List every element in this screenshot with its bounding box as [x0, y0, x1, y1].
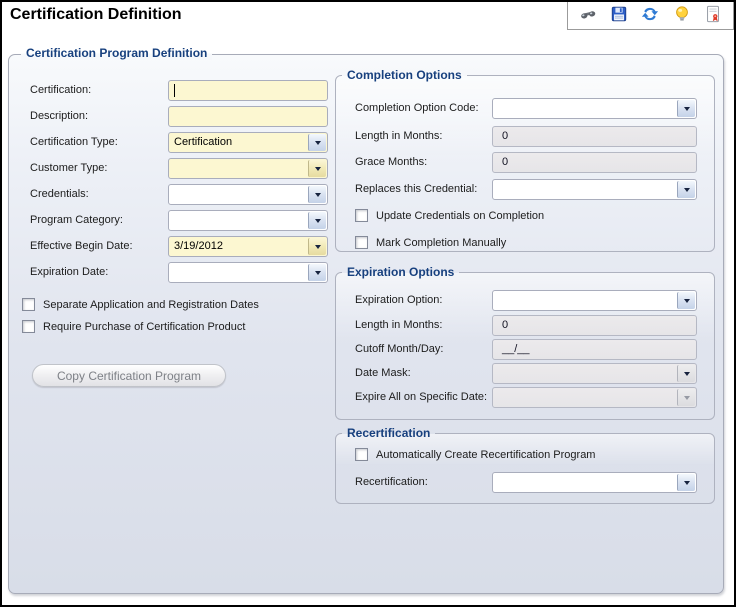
chevron-down-icon[interactable] [308, 264, 326, 281]
expire-all-date-label: Expire All on Specific Date: [355, 391, 488, 403]
description-input[interactable] [168, 106, 328, 127]
credentials-select[interactable] [168, 184, 328, 205]
save-button[interactable] [607, 5, 631, 27]
expire-all-date-select [492, 387, 697, 408]
expire-all-date-value [493, 388, 676, 407]
mark-completion-manually-checkbox-label: Mark Completion Manually [376, 236, 507, 249]
customer-type-select[interactable] [168, 158, 328, 179]
expiration-date-select[interactable] [168, 262, 328, 283]
date-mask-select[interactable] [492, 363, 697, 384]
expiration-option-value [493, 291, 676, 310]
customer-type-value [169, 159, 307, 178]
completion-option-code-select[interactable] [492, 98, 697, 119]
separate-dates-checkbox[interactable] [22, 298, 35, 311]
expiration-options-legend: Expiration Options [347, 265, 455, 279]
page-title: Certification Definition [10, 6, 182, 23]
completion-length-field: 0 [492, 126, 697, 147]
cutoff-month-day-value: __/__ [502, 343, 530, 355]
date-mask-label: Date Mask: [355, 367, 411, 379]
toolbar [567, 2, 734, 30]
chevron-down-icon[interactable] [308, 186, 326, 203]
mark-completion-manually-checkbox[interactable] [355, 236, 368, 249]
credentials-value [169, 185, 307, 204]
require-purchase-checkbox-label: Require Purchase of Certification Produc… [43, 320, 246, 333]
replaces-credential-select[interactable] [492, 179, 697, 200]
certification-definition-window: Certification Definition Certification P… [0, 0, 736, 607]
completion-length-value: 0 [502, 130, 509, 142]
program-category-select[interactable] [168, 210, 328, 231]
chevron-down-icon[interactable] [677, 181, 695, 198]
recertification-value [493, 473, 676, 492]
certification-program-definition-panel: Certification Program Definition Complet… [8, 46, 724, 594]
chevron-down-icon[interactable] [677, 100, 695, 117]
auto-create-recertification-checkbox-label: Automatically Create Recertification Pro… [376, 448, 596, 461]
expiration-length-field: 0 [492, 315, 697, 336]
expiration-date-label: Expiration Date: [30, 266, 109, 278]
replaces-credential-label: Replaces this Credential: [355, 183, 478, 195]
expiration-length-label: Length in Months: [355, 319, 443, 331]
report-button[interactable] [701, 5, 725, 27]
customer-type-label: Customer Type: [30, 162, 108, 174]
require-purchase-checkbox[interactable] [22, 320, 35, 333]
certification-type-label: Certification Type: [30, 136, 118, 148]
chevron-down-icon[interactable] [308, 134, 326, 151]
certification-label: Certification: [30, 84, 92, 96]
replaces-credential-value [493, 180, 676, 199]
completion-length-label: Length in Months: [355, 130, 443, 142]
help-button[interactable] [670, 5, 694, 27]
description-label: Description: [30, 110, 89, 122]
panel-legend: Certification Program Definition [21, 46, 213, 60]
update-credentials-checkbox-label: Update Credentials on Completion [376, 209, 545, 222]
save-floppy-icon [610, 5, 628, 26]
refresh-button[interactable] [638, 5, 662, 27]
program-category-label: Program Category: [30, 214, 123, 226]
chevron-down-icon[interactable] [677, 292, 695, 309]
recertification-select[interactable] [492, 472, 697, 493]
expiration-date-value [169, 263, 307, 282]
recertification-legend: Recertification [347, 426, 431, 440]
expiration-length-value: 0 [502, 319, 509, 331]
effective-begin-date-label: Effective Begin Date: [30, 240, 133, 252]
effective-begin-date-select[interactable]: 3/19/2012 [168, 236, 328, 257]
certification-type-select[interactable]: Certification [168, 132, 328, 153]
chevron-down-icon[interactable] [677, 474, 695, 491]
chevron-down-icon [677, 389, 695, 406]
certification-type-value: Certification [174, 136, 233, 148]
date-mask-value [493, 364, 676, 383]
find-button[interactable] [576, 5, 600, 27]
text-caret [174, 84, 175, 97]
cutoff-month-day-field: __/__ [492, 339, 697, 360]
certification-input[interactable] [168, 80, 328, 101]
completion-options-legend: Completion Options [347, 68, 462, 82]
auto-create-recertification-checkbox[interactable] [355, 448, 368, 461]
chevron-down-icon[interactable] [677, 365, 695, 382]
binoculars-icon [579, 5, 597, 26]
credentials-label: Credentials: [30, 188, 89, 200]
cutoff-month-day-label: Cutoff Month/Day: [355, 343, 444, 355]
update-credentials-checkbox[interactable] [355, 209, 368, 222]
refresh-icon [641, 5, 659, 26]
completion-option-code-label: Completion Option Code: [355, 102, 479, 114]
completion-option-code-value [493, 99, 676, 118]
chevron-down-icon[interactable] [308, 160, 326, 177]
grace-months-field: 0 [492, 152, 697, 173]
program-category-value [169, 211, 307, 230]
grace-months-value: 0 [502, 156, 509, 168]
effective-begin-date-value: 3/19/2012 [174, 240, 223, 252]
chevron-down-icon[interactable] [308, 212, 326, 229]
lightbulb-icon [673, 5, 691, 26]
expiration-option-label: Expiration Option: [355, 294, 443, 306]
grace-months-label: Grace Months: [355, 156, 428, 168]
expiration-option-select[interactable] [492, 290, 697, 311]
recertification-label: Recertification: [355, 476, 428, 488]
copy-certification-program-button[interactable]: Copy Certification Program [32, 364, 226, 387]
separate-dates-checkbox-label: Separate Application and Registration Da… [43, 298, 259, 311]
certificate-report-icon [704, 5, 722, 26]
chevron-down-icon[interactable] [308, 238, 326, 255]
